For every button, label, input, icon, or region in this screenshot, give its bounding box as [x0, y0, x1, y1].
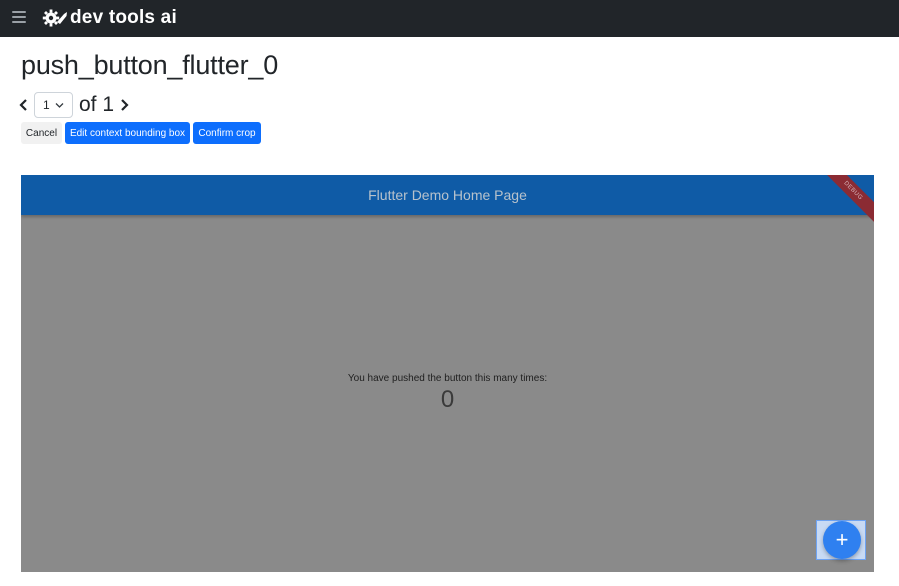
page-select[interactable]: 1	[34, 91, 73, 118]
action-buttons: Cancel Edit context bounding box Confirm…	[21, 122, 261, 144]
flutter-app-bar: Flutter Demo Home Page	[21, 175, 874, 215]
brand-link[interactable]: dev tools ai	[42, 6, 177, 30]
confirm-crop-button[interactable]: Confirm crop	[193, 122, 261, 144]
top-navbar: dev tools ai	[0, 0, 899, 37]
cancel-button[interactable]: Cancel	[21, 122, 62, 144]
pager: 1 of 1	[18, 91, 130, 118]
add-fab-button[interactable]: +	[823, 521, 861, 559]
chevron-right-icon[interactable]	[118, 97, 130, 113]
hamburger-menu-icon[interactable]	[12, 11, 26, 23]
page-title: push_button_flutter_0	[21, 50, 279, 80]
brand-name: dev tools ai	[70, 7, 177, 28]
plus-icon: +	[835, 527, 849, 552]
chevron-down-icon	[55, 102, 64, 108]
page-select-value: 1	[43, 97, 50, 112]
chevron-left-icon[interactable]	[18, 97, 30, 113]
counter-description: You have pushed the button this many tim…	[347, 373, 548, 384]
edit-context-bounding-box-button[interactable]: Edit context bounding box	[65, 122, 190, 144]
app-bar-title: Flutter Demo Home Page	[368, 187, 527, 203]
app-screenshot-canvas[interactable]: Flutter Demo Home Page DEBUG You have pu…	[21, 175, 874, 572]
page-count-text: of 1	[79, 92, 115, 116]
gear-wrench-logo-icon	[42, 9, 67, 27]
counter-value: 0	[440, 386, 455, 413]
